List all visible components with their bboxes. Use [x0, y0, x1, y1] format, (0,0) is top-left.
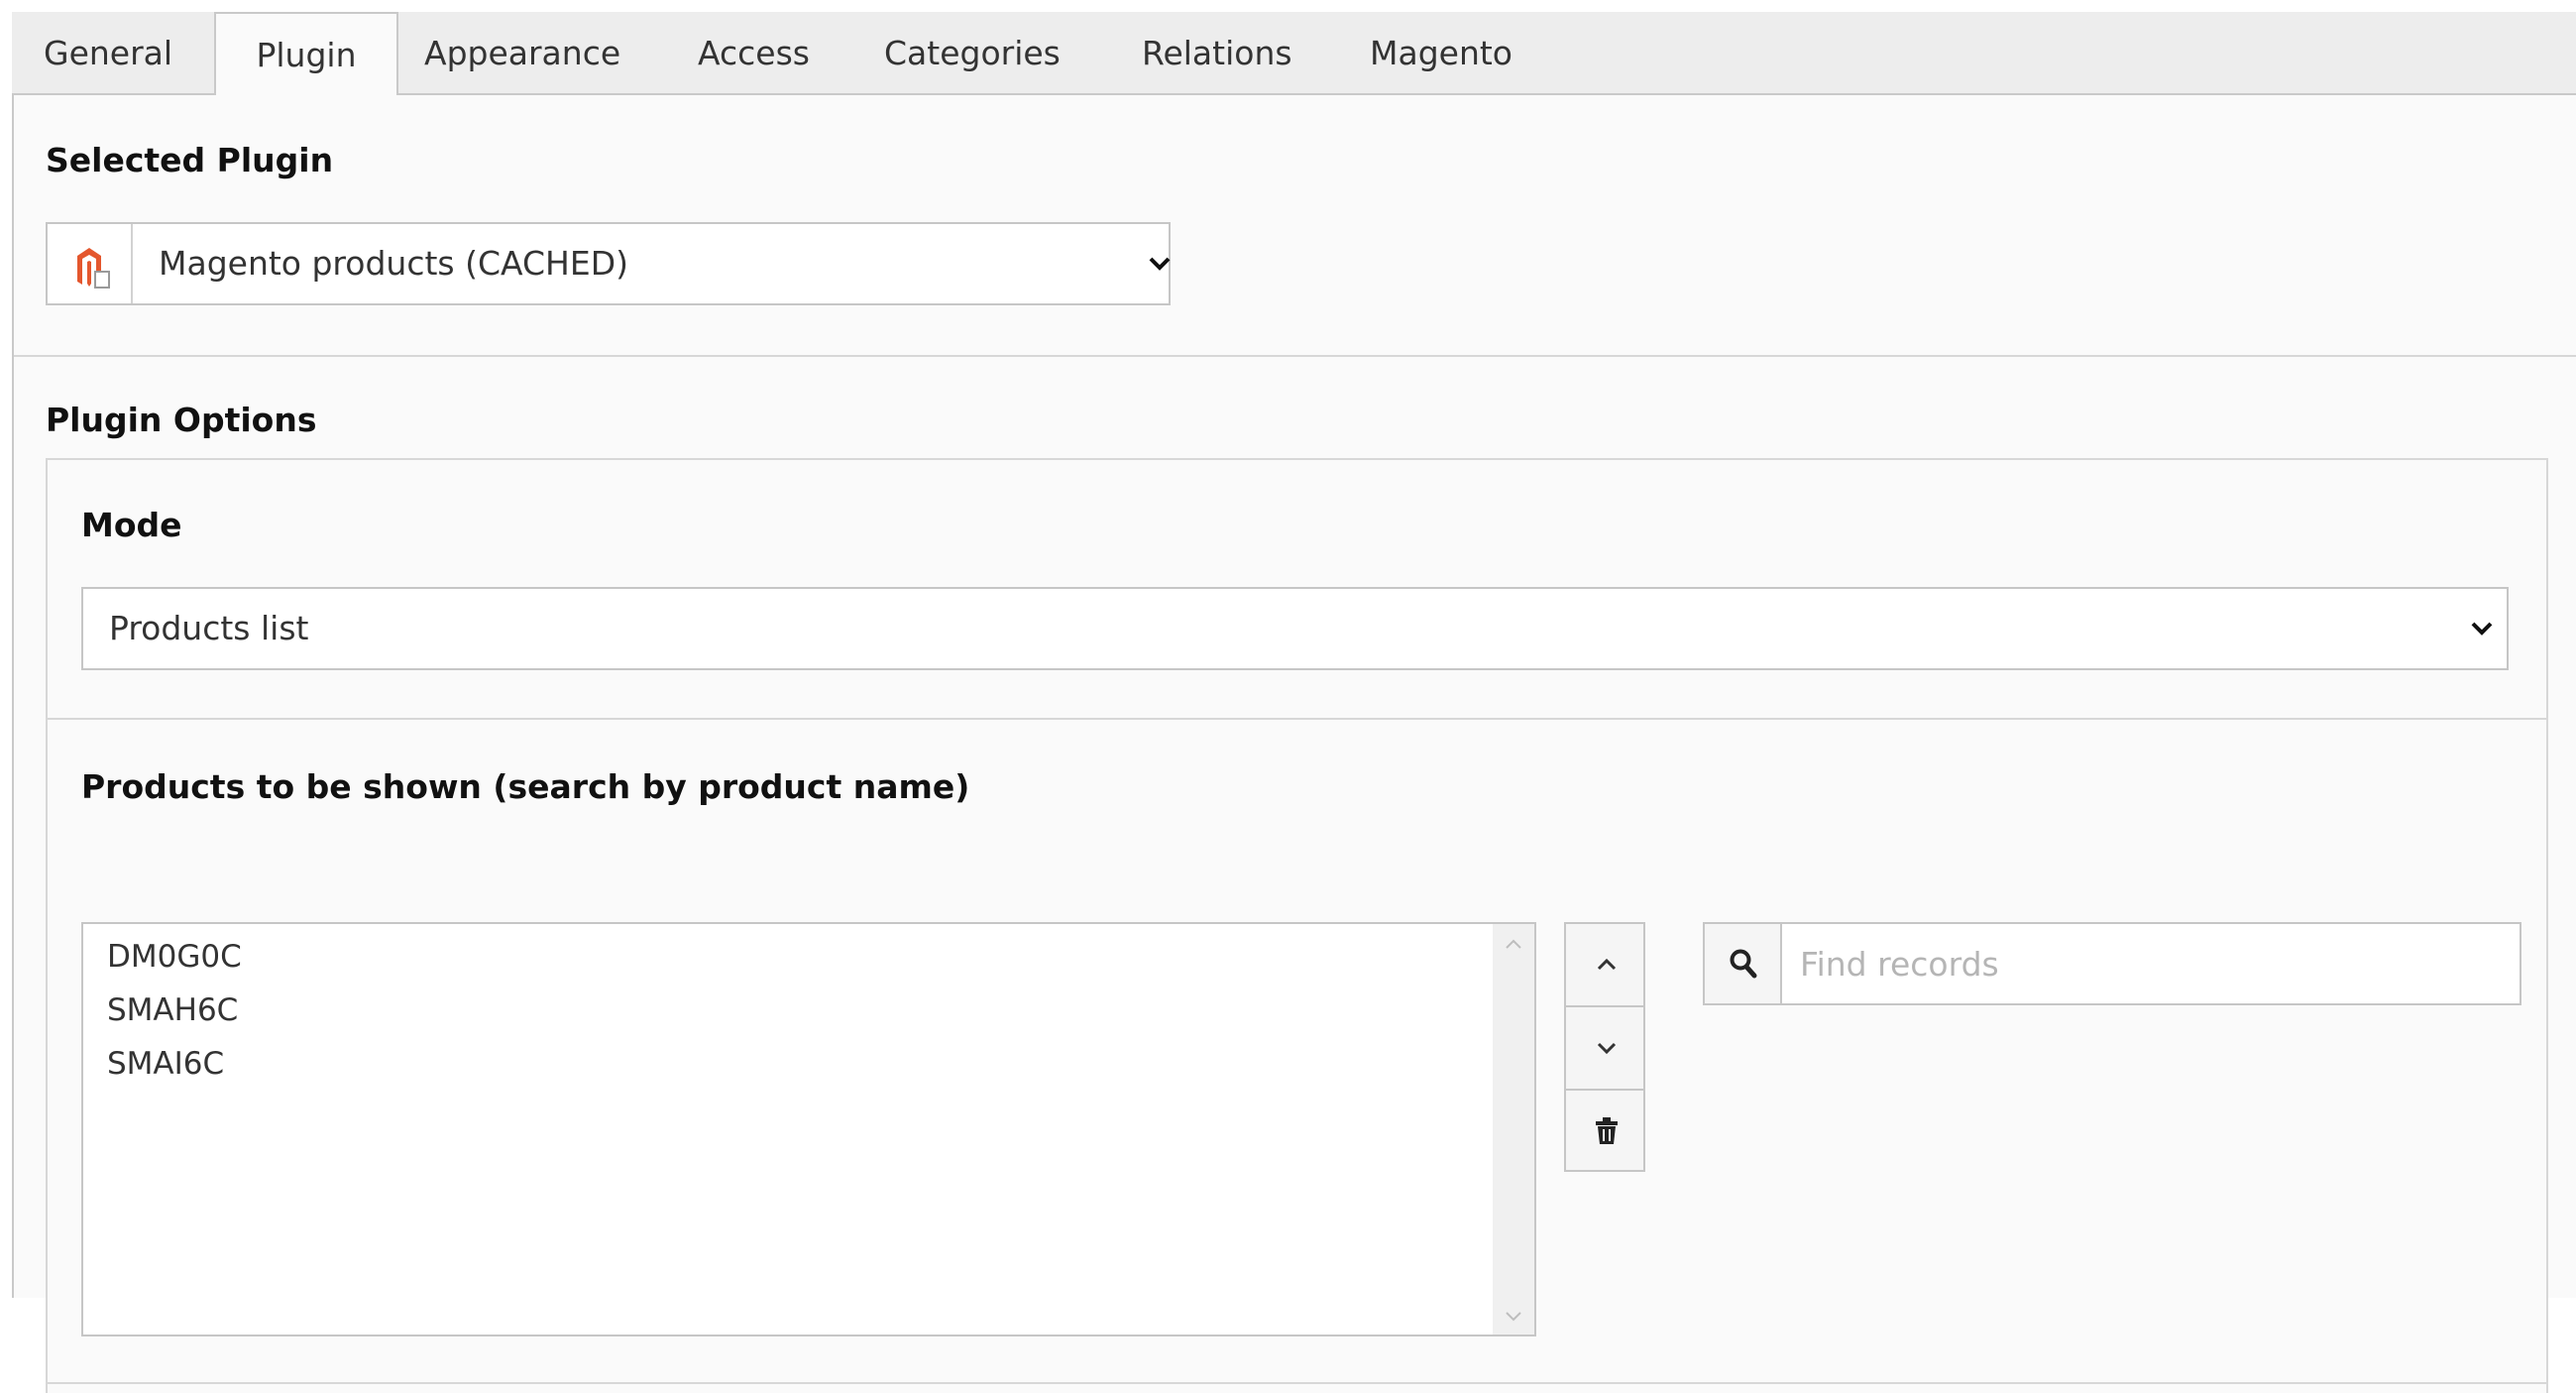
magento-icon: [48, 224, 133, 303]
chevron-down-icon: [1149, 257, 1171, 271]
products-label: Products to be shown (search by product …: [81, 767, 970, 806]
products-listbox[interactable]: DM0G0C SMAH6C SMAI6C: [81, 922, 1536, 1336]
move-down-button[interactable]: [1566, 1007, 1643, 1089]
delete-button[interactable]: [1566, 1091, 1643, 1172]
search-icon: [1730, 949, 1757, 979]
tab-magento[interactable]: Magento: [1370, 12, 1512, 95]
list-item[interactable]: SMAI6C: [107, 1037, 224, 1091]
tab-appearance[interactable]: Appearance: [424, 12, 620, 95]
plugin-options-group: Mode Products list Products to be shown …: [46, 458, 2548, 1393]
chevron-down-icon: [1597, 1042, 1617, 1055]
selected-plugin-label: Selected Plugin: [46, 141, 334, 179]
mode-select-value: Products list: [109, 609, 309, 647]
plugin-select-value: Magento products (CACHED): [159, 244, 628, 283]
listbox-scrollbar[interactable]: [1493, 924, 1534, 1335]
mode-label: Mode: [81, 506, 182, 544]
find-records-input[interactable]: [1784, 924, 2518, 1003]
move-up-button[interactable]: [1566, 924, 1643, 1005]
list-item[interactable]: DM0G0C: [107, 930, 242, 984]
section-divider: [48, 1382, 2546, 1384]
chevron-up-icon: [1597, 958, 1617, 971]
list-item[interactable]: SMAH6C: [107, 984, 238, 1037]
section-divider: [14, 355, 2576, 357]
tab-plugin[interactable]: Plugin: [214, 12, 398, 97]
section-divider: [48, 718, 2546, 720]
trash-icon: [1596, 1117, 1618, 1144]
scroll-down-arrow-icon[interactable]: [1505, 1311, 1522, 1323]
search-button[interactable]: [1705, 924, 1782, 1003]
chevron-down-icon: [2471, 622, 2493, 636]
plugin-tab-panel: Selected Plugin Magento products (CACHED…: [12, 95, 2576, 1393]
scroll-up-arrow-icon[interactable]: [1505, 938, 1522, 950]
tab-categories[interactable]: Categories: [884, 12, 1061, 95]
plugin-select[interactable]: Magento products (CACHED): [46, 222, 1171, 305]
list-controls: [1564, 922, 1645, 1172]
plugin-options-label: Plugin Options: [46, 401, 317, 439]
tab-general[interactable]: General: [44, 12, 172, 95]
mode-select[interactable]: Products list: [81, 587, 2509, 670]
tab-relations[interactable]: Relations: [1142, 12, 1292, 95]
tab-bar: General Plugin Appearance Access Categor…: [12, 12, 2576, 97]
tab-access[interactable]: Access: [698, 12, 810, 95]
find-records-search: [1703, 922, 2521, 1005]
